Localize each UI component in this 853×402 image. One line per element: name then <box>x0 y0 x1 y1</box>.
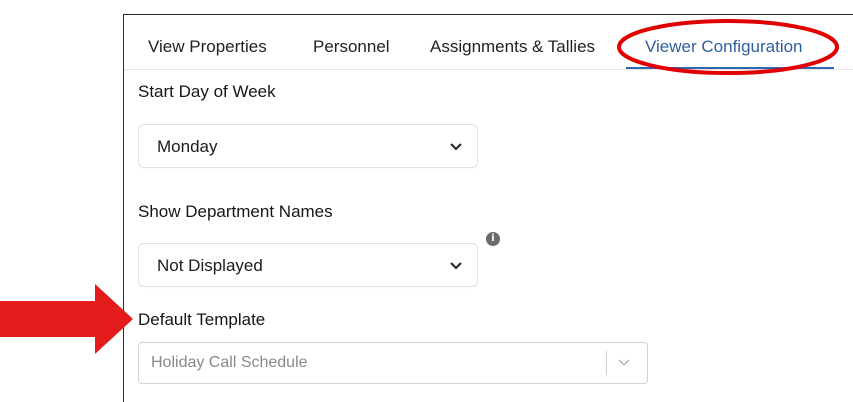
start-day-label: Start Day of Week <box>138 82 276 101</box>
chevron-down-icon <box>450 262 462 270</box>
tab-bar: View Properties Personnel Assignments & … <box>124 15 853 75</box>
start-day-value: Monday <box>157 137 218 156</box>
tab-personnel[interactable]: Personnel <box>313 37 390 57</box>
info-icon[interactable]: i <box>486 232 500 246</box>
chevron-down-icon[interactable] <box>617 357 631 369</box>
tab-viewer-configuration[interactable]: Viewer Configuration <box>645 37 803 57</box>
department-names-label: Show Department Names <box>138 202 333 221</box>
tab-view-properties[interactable]: View Properties <box>148 37 267 57</box>
department-names-value: Not Displayed <box>157 256 263 275</box>
start-day-select[interactable]: Monday <box>138 124 478 168</box>
arrow-pointer-icon <box>0 284 133 354</box>
default-template-select[interactable]: Holiday Call Schedule <box>138 342 648 384</box>
viewer-config-panel: View Properties Personnel Assignments & … <box>123 14 853 402</box>
tab-assignments-tallies[interactable]: Assignments & Tallies <box>430 37 595 57</box>
combo-separator <box>606 351 607 375</box>
default-template-value: Holiday Call Schedule <box>151 354 308 371</box>
chevron-down-icon <box>450 143 462 151</box>
department-names-select[interactable]: Not Displayed <box>138 243 478 287</box>
tab-divider <box>124 69 853 70</box>
default-template-label: Default Template <box>138 310 266 329</box>
